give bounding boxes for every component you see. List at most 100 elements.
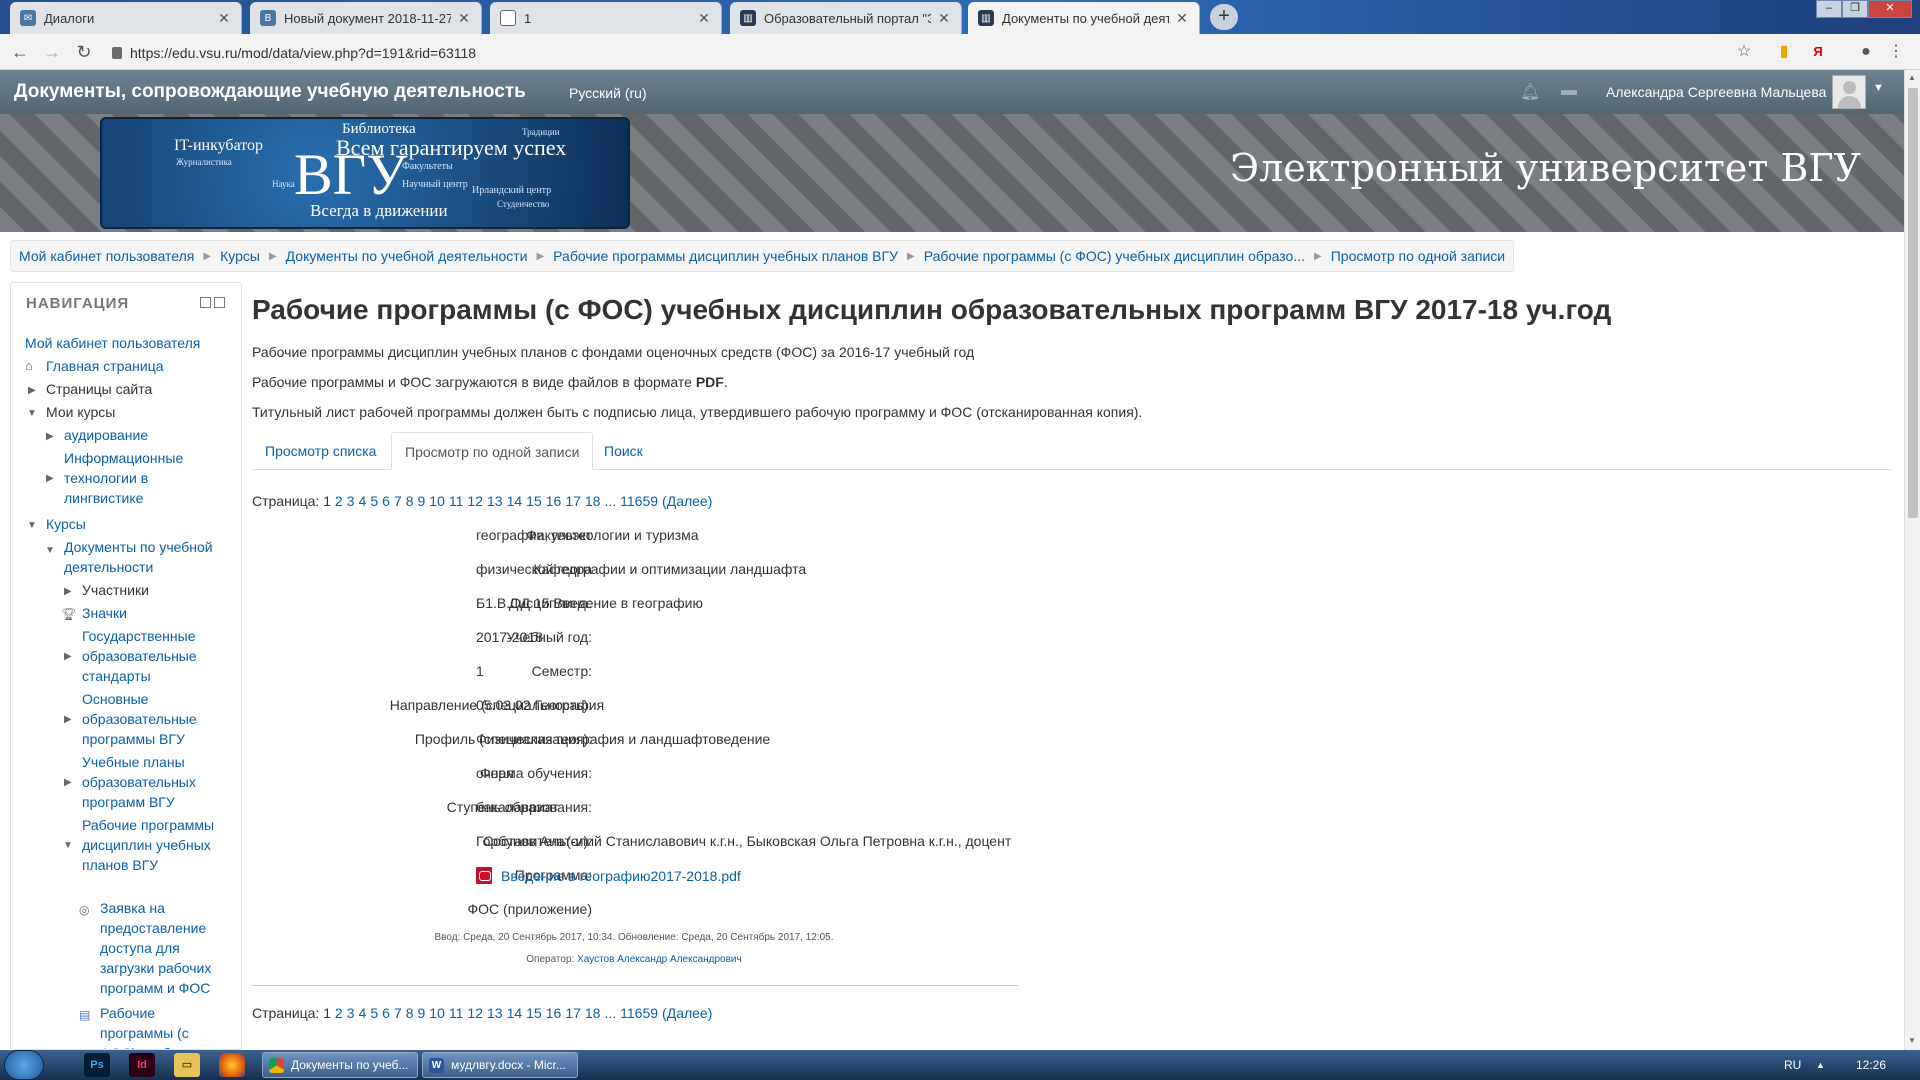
indesign-icon[interactable]: Id bbox=[129, 1053, 155, 1077]
pagination-link[interactable]: 12 bbox=[467, 1005, 483, 1021]
forward-icon[interactable]: → bbox=[42, 42, 62, 62]
nav-item-access-request[interactable]: ◎ Заявка на предоставление доступа для за… bbox=[79, 898, 229, 998]
nav-item-label[interactable]: Учебные планы образовательных программ В… bbox=[82, 754, 196, 810]
pagination-link[interactable]: 17 bbox=[565, 493, 581, 509]
reload-icon[interactable]: ↻ bbox=[74, 42, 94, 62]
nav-item-label[interactable]: Рабочие программы (с ФОС) учебные дисцип… bbox=[100, 1005, 196, 1049]
pagination-link[interactable]: 7 bbox=[394, 1005, 402, 1021]
expand-arrow-icon[interactable]: ▶ bbox=[28, 381, 38, 396]
new-tab-button[interactable]: + bbox=[1210, 4, 1238, 30]
pagination-next[interactable]: (Далее) bbox=[662, 493, 712, 509]
tray-expand-icon[interactable]: ▲ bbox=[1816, 1050, 1825, 1080]
nav-item-label[interactable]: Государственные образовательные стандарт… bbox=[82, 628, 197, 684]
pagination-link[interactable]: 5 bbox=[370, 1005, 378, 1021]
pagination-link[interactable]: 3 bbox=[347, 493, 355, 509]
nav-item-label[interactable]: Мой кабинет пользователя bbox=[25, 335, 200, 351]
close-icon[interactable]: ✕ bbox=[937, 10, 951, 27]
site-title[interactable]: Документы, сопровождающие учебную деятел… bbox=[14, 81, 526, 103]
breadcrumb-item[interactable]: Документы по учебной деятельности bbox=[286, 248, 528, 264]
close-icon[interactable]: ✕ bbox=[217, 10, 231, 27]
breadcrumb-item[interactable]: Рабочие программы дисциплин учебных план… bbox=[553, 248, 898, 264]
scroll-up-icon[interactable]: ▲ bbox=[1908, 73, 1916, 82]
pagination-link[interactable]: 15 bbox=[526, 493, 542, 509]
pagination-link[interactable]: 7 bbox=[394, 493, 402, 509]
pagination-link[interactable]: 18 bbox=[585, 493, 601, 509]
expand-arrow-icon[interactable]: ▶ bbox=[46, 427, 56, 442]
nav-item-label[interactable]: Курсы bbox=[46, 516, 86, 532]
nav-item-site-pages[interactable]: ▶ Страницы сайта bbox=[25, 379, 160, 399]
pagination-link-last[interactable]: 11659 bbox=[620, 1005, 658, 1021]
browser-tab[interactable]: ✉ Диалоги ✕ bbox=[10, 2, 242, 34]
browser-tab[interactable]: ▥ Образовательный портал "Эле ✕ bbox=[730, 2, 962, 34]
user-name[interactable]: Александра Сергеевна Мальцева bbox=[1606, 84, 1826, 100]
pagination-link[interactable]: 13 bbox=[487, 1005, 503, 1021]
start-button[interactable] bbox=[4, 1050, 44, 1080]
bookmark-star-icon[interactable]: ☆ bbox=[1734, 42, 1754, 62]
back-icon[interactable]: ← bbox=[10, 42, 30, 62]
nav-item-label[interactable]: аудирование bbox=[64, 427, 148, 443]
collapse-block-icon[interactable] bbox=[200, 297, 211, 308]
nav-item-label[interactable]: Рабочие программы дисциплин учебных план… bbox=[82, 817, 214, 873]
pagination-link[interactable]: 4 bbox=[359, 1005, 367, 1021]
maximize-button[interactable]: ❐ bbox=[1842, 0, 1868, 18]
yandex-icon[interactable]: Я bbox=[1808, 42, 1828, 62]
pagination-link[interactable]: 9 bbox=[418, 493, 426, 509]
nav-item-course-audio[interactable]: ▶ аудирование bbox=[43, 425, 156, 445]
expand-arrow-icon[interactable]: ▶ bbox=[64, 582, 74, 597]
extension-flag-icon[interactable]: ▮ bbox=[1774, 42, 1794, 62]
scroll-down-icon[interactable]: ▼ bbox=[1908, 1036, 1916, 1045]
pagination-link[interactable]: 6 bbox=[382, 1005, 390, 1021]
pagination-link[interactable]: 17 bbox=[565, 1005, 581, 1021]
nav-item-standards[interactable]: ▶ Государственные образовательные стандар… bbox=[61, 626, 236, 686]
notifications-icon[interactable]: 🔔︎ bbox=[1520, 82, 1540, 101]
collapse-arrow-icon[interactable]: ▼ bbox=[27, 516, 37, 531]
browser-tab[interactable]: 1 ✕ bbox=[490, 2, 722, 34]
pagination-link[interactable]: 8 bbox=[406, 1005, 414, 1021]
pagination-link-last[interactable]: 11659 bbox=[620, 493, 658, 509]
pagination-link[interactable]: 6 bbox=[382, 493, 390, 509]
pagination-link[interactable]: 16 bbox=[546, 493, 562, 509]
pagination-link[interactable]: 2 bbox=[335, 493, 343, 509]
nav-item-course-docs[interactable]: ▼ Документы по учебной деятельности bbox=[43, 537, 233, 577]
close-window-button[interactable]: ✕ bbox=[1868, 0, 1912, 18]
menu-icon[interactable]: ⋮ bbox=[1886, 42, 1906, 62]
pagination-next[interactable]: (Далее) bbox=[662, 1005, 712, 1021]
pagination-link[interactable]: 10 bbox=[429, 1005, 445, 1021]
taskbar-task-word[interactable]: W мудлвгу.docx - Micr... bbox=[422, 1052, 578, 1078]
pagination-link[interactable]: 9 bbox=[418, 1005, 426, 1021]
taskbar-task-chrome[interactable]: Документы по учеб... bbox=[262, 1052, 418, 1078]
nav-item-label[interactable]: Информационные технологии в лингвистике bbox=[64, 450, 183, 506]
nav-item-course-it[interactable]: ▶ Информационные технологии в лингвистике bbox=[43, 448, 203, 508]
close-icon[interactable]: ✕ bbox=[457, 10, 471, 27]
breadcrumb-item[interactable]: Курсы bbox=[220, 248, 260, 264]
chevron-down-icon[interactable]: ▼ bbox=[1873, 82, 1884, 94]
collapse-arrow-icon[interactable]: ▼ bbox=[45, 541, 55, 556]
avatar[interactable] bbox=[1832, 75, 1866, 109]
pagination-link[interactable]: 14 bbox=[507, 1005, 523, 1021]
collapse-arrow-icon[interactable]: ▼ bbox=[63, 836, 73, 851]
firefox-icon[interactable] bbox=[219, 1053, 245, 1077]
nav-item-courses[interactable]: ▼ Курсы bbox=[25, 514, 94, 534]
expand-arrow-icon[interactable]: ▶ bbox=[46, 469, 56, 484]
nav-item-label[interactable]: Заявка на предоставление доступа для заг… bbox=[100, 900, 211, 996]
nav-item-dashboard[interactable]: Мой кабинет пользователя bbox=[25, 333, 208, 353]
nav-item-curricula[interactable]: ▶ Учебные планы образовательных программ … bbox=[61, 752, 236, 812]
pagination-link[interactable]: 10 bbox=[429, 493, 445, 509]
pagination-link[interactable]: 4 bbox=[359, 493, 367, 509]
scrollbar-thumb[interactable] bbox=[1908, 88, 1918, 518]
pagination-link[interactable]: 16 bbox=[546, 1005, 562, 1021]
nav-item-label[interactable]: Документы по учебной деятельности bbox=[64, 539, 213, 575]
expand-arrow-icon[interactable]: ▶ bbox=[64, 773, 74, 788]
nav-item-badges[interactable]: 🏆︎ Значки bbox=[61, 603, 135, 623]
nav-item-label[interactable]: Главная страница bbox=[46, 358, 164, 374]
page-scrollbar[interactable]: ▲ ▼ bbox=[1904, 70, 1920, 1050]
pdf-file-link[interactable]: Введение в географию2017-2018.pdf bbox=[501, 868, 741, 884]
browser-tab[interactable]: В Новый документ 2018-11-27 15 ✕ bbox=[250, 2, 482, 34]
pagination-link[interactable]: 12 bbox=[467, 493, 483, 509]
nav-item-participants[interactable]: ▶ Участники bbox=[61, 580, 157, 600]
pagination-link[interactable]: 11 bbox=[449, 1005, 464, 1021]
clock[interactable]: 12:26 bbox=[1856, 1050, 1886, 1080]
language-indicator[interactable]: RU bbox=[1784, 1050, 1801, 1080]
close-icon[interactable]: ✕ bbox=[1175, 10, 1189, 27]
photoshop-icon[interactable]: Ps bbox=[84, 1053, 110, 1077]
